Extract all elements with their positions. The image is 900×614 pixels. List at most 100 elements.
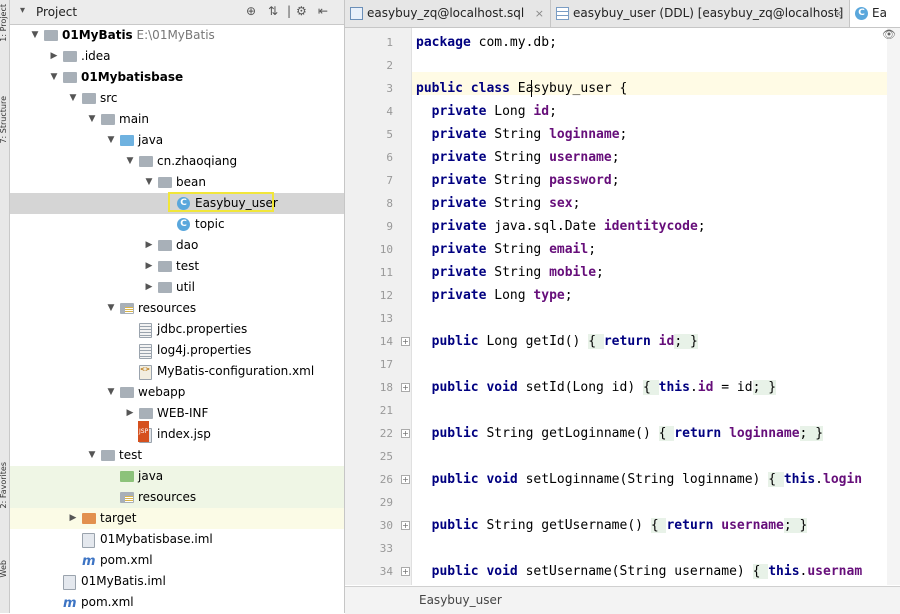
folder-icon: [120, 471, 134, 482]
tree-row[interactable]: Ctopic: [10, 214, 344, 235]
code-line[interactable]: private String loginname;: [416, 123, 628, 146]
tree-row[interactable]: ▼ webapp: [10, 382, 344, 403]
tree-row[interactable]: ▼ resources: [10, 298, 344, 319]
tree-row[interactable]: ▶ target: [10, 508, 344, 529]
close-icon[interactable]: ×: [834, 0, 843, 27]
chevron-down-icon[interactable]: ▼: [87, 109, 97, 130]
editor-tab[interactable]: C Ea: [850, 0, 900, 27]
tree-row[interactable]: ▼ 01MyBatis E:\01MyBatis: [10, 25, 344, 46]
tree-row[interactable]: ▼ java: [10, 130, 344, 151]
chevron-down-icon[interactable]: ▼: [49, 67, 59, 88]
chevron-right-icon[interactable]: ▶: [125, 403, 135, 424]
project-view-dropdown-icon[interactable]: ▾: [20, 5, 25, 16]
chevron-right-icon[interactable]: ▶: [68, 508, 78, 529]
chevron-down-icon[interactable]: ▼: [106, 298, 116, 319]
code-line[interactable]: private String username;: [416, 146, 620, 169]
tree-row[interactable]: ▼ cn.zhaoqiang: [10, 151, 344, 172]
fold-expand-icon[interactable]: +: [401, 567, 410, 576]
fold-expand-icon[interactable]: +: [401, 429, 410, 438]
editor-tab[interactable]: easybuy_zq@localhost.sql ×: [345, 0, 551, 27]
chevron-right-icon[interactable]: ▶: [144, 277, 154, 298]
editor-tab[interactable]: easybuy_user (DDL) [easybuy_zq@localhost…: [551, 0, 850, 27]
project-tool-label[interactable]: 1: Project: [0, 4, 9, 42]
divider-icon: |: [287, 4, 292, 18]
favorites-tool-label[interactable]: 2: Favorites: [0, 462, 9, 508]
code-line[interactable]: private String sex;: [416, 192, 581, 215]
chevron-right-icon[interactable]: ▶: [144, 235, 154, 256]
code-keyword: public void: [431, 472, 518, 487]
tree-row[interactable]: jdbc.properties: [10, 319, 344, 340]
code-text: String: [486, 150, 550, 165]
tree-row[interactable]: ▶ util: [10, 277, 344, 298]
tree-row[interactable]: log4j.properties: [10, 340, 344, 361]
collapse-icon[interactable]: ⇅: [268, 4, 278, 18]
folder-icon: [120, 135, 134, 146]
tree-row[interactable]: 01Mybatisbase.iml: [10, 529, 344, 550]
iml-file-icon: [82, 533, 95, 548]
code-keyword: private: [431, 242, 487, 257]
chevron-down-icon[interactable]: ▼: [144, 172, 154, 193]
hide-panel-icon[interactable]: ⇤: [318, 4, 328, 18]
code-line[interactable]: private String mobile;: [416, 261, 604, 284]
code-line[interactable]: private java.sql.Date identitycode;: [416, 215, 706, 238]
code-line[interactable]: private String email;: [416, 238, 596, 261]
code-editor[interactable]: package com.my.db; public class Easybuy_u…: [412, 28, 887, 585]
structure-tool-label[interactable]: 7: Structure: [0, 96, 9, 144]
chevron-down-icon[interactable]: ▼: [87, 445, 97, 466]
tree-row[interactable]: ▶ dao: [10, 235, 344, 256]
code-keyword: public: [431, 426, 479, 441]
tree-row[interactable]: ▼ main: [10, 109, 344, 130]
code-folded-brace: ; }: [674, 334, 698, 349]
chevron-down-icon[interactable]: ▼: [106, 382, 116, 403]
editor-scrollbar[interactable]: [887, 28, 900, 585]
breadcrumb-class[interactable]: Easybuy_user: [419, 593, 502, 607]
tree-row[interactable]: ▶ test: [10, 256, 344, 277]
tree-row[interactable]: ▼ bean: [10, 172, 344, 193]
code-line[interactable]: package com.my.db;: [416, 31, 557, 54]
chevron-down-icon[interactable]: ▼: [68, 88, 78, 109]
code-line[interactable]: public class Easybuy_user {: [416, 77, 627, 100]
tree-row[interactable]: ▶ WEB-INF: [10, 403, 344, 424]
tree-row[interactable]: index.jsp: [10, 421, 344, 445]
tree-row[interactable]: java: [10, 466, 344, 487]
fold-expand-icon[interactable]: +: [401, 475, 410, 484]
close-icon[interactable]: ×: [535, 0, 544, 27]
code-line[interactable]: private Long id;: [416, 100, 557, 123]
tree-row[interactable]: ▼ 01Mybatisbase: [10, 67, 344, 88]
code-folded-brace: {: [650, 518, 667, 533]
chevron-down-icon[interactable]: ▼: [106, 130, 116, 151]
chevron-right-icon[interactable]: ▶: [49, 46, 59, 67]
tree-row[interactable]: m pom.xml: [10, 592, 344, 613]
tree-row[interactable]: MyBatis-configuration.xml: [10, 359, 344, 382]
chevron-down-icon[interactable]: ▼: [125, 151, 135, 172]
gear-icon[interactable]: ⚙: [296, 4, 307, 18]
code-line[interactable]: public String getLoginname() { return lo…: [416, 422, 824, 445]
code-line[interactable]: public String getUsername() { return use…: [416, 514, 808, 537]
tree-row[interactable]: resources: [10, 487, 344, 508]
project-panel-title[interactable]: Project: [36, 5, 77, 19]
code-field: identitycode: [603, 219, 698, 234]
fold-expand-icon[interactable]: +: [401, 521, 410, 530]
code-line[interactable]: public Long getId() { return id; }: [416, 330, 698, 353]
tree-row[interactable]: ▼ test: [10, 445, 344, 466]
chevron-down-icon[interactable]: ▼: [30, 25, 40, 46]
tree-row[interactable]: ▶ .idea: [10, 46, 344, 67]
line-number: 12: [379, 289, 393, 302]
tree-row[interactable]: 01MyBatis.iml: [10, 571, 344, 592]
code-line[interactable]: private Long type;: [416, 284, 573, 307]
tree-row[interactable]: ▼ src: [10, 88, 344, 109]
chevron-right-icon[interactable]: ▶: [144, 256, 154, 277]
code-line[interactable]: public void setId(Long id) { this.id = i…: [416, 376, 777, 399]
fold-expand-icon[interactable]: +: [401, 383, 410, 392]
code-line[interactable]: public void setUsername(String username)…: [416, 560, 862, 583]
eye-icon[interactable]: 👁: [882, 28, 896, 41]
tree-row[interactable]: m pom.xml: [10, 550, 344, 571]
fold-expand-icon[interactable]: +: [401, 337, 410, 346]
code-line[interactable]: private String password;: [416, 169, 620, 192]
code-text: Long: [486, 104, 534, 119]
code-line[interactable]: public void setLoginname(String loginnam…: [416, 468, 862, 491]
locate-icon[interactable]: ⊕: [246, 4, 256, 18]
web-tool-label[interactable]: Web: [0, 560, 9, 577]
